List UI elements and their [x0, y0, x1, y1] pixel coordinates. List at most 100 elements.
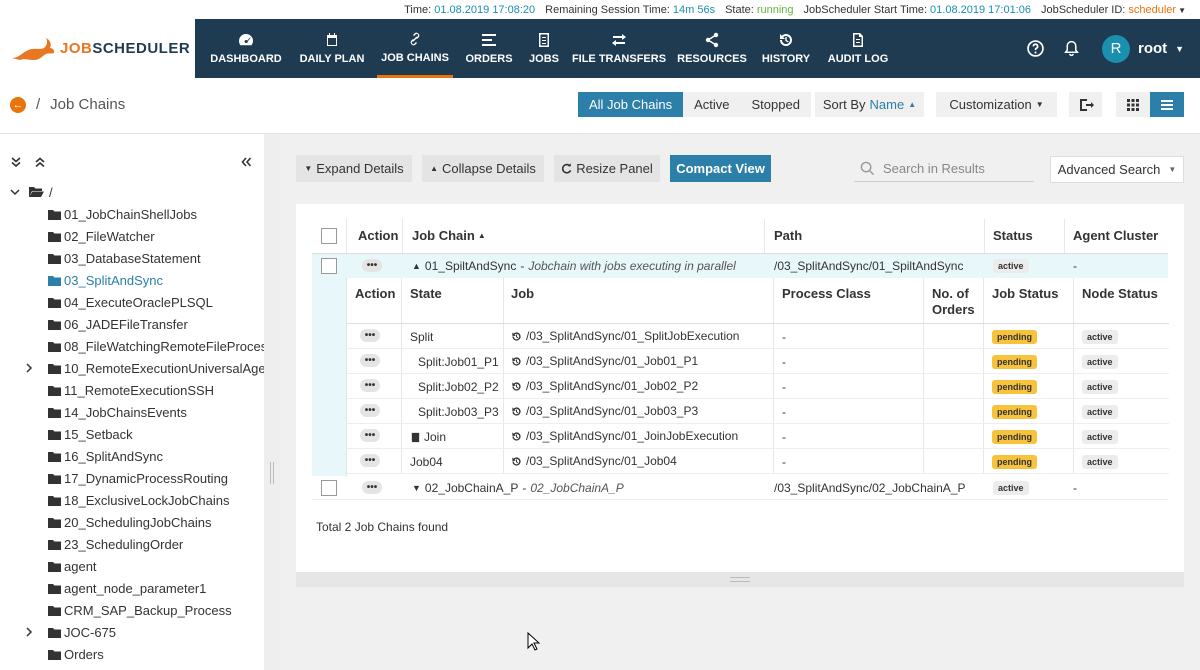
- node-row[interactable]: ••• Split/03_SplitAndSync/01_SplitJobExec…: [347, 324, 1169, 349]
- tree-folder[interactable]: 10_RemoteExecutionUniversalAgen: [24, 357, 264, 379]
- tree-folder[interactable]: 15_Setback: [24, 423, 133, 445]
- tree-folder[interactable]: 08_FileWatchingRemoteFileProcessi: [24, 335, 264, 357]
- notifications-button[interactable]: [1063, 19, 1080, 78]
- document-icon: [539, 33, 549, 47]
- tree-folder[interactable]: 20_SchedulingJobChains: [24, 511, 211, 533]
- node-row[interactable]: ••• Split:Job01_P1/03_SplitAndSync/01_Job…: [347, 349, 1169, 374]
- node-action-button[interactable]: •••: [360, 429, 380, 442]
- nav-orders[interactable]: ORDERS: [463, 19, 515, 78]
- node-row[interactable]: ••• Split:Job02_P2/03_SplitAndSync/01_Job…: [347, 374, 1169, 399]
- node-action-button[interactable]: •••: [360, 454, 380, 467]
- tree-folder[interactable]: 16_SplitAndSync: [24, 445, 163, 467]
- export-button[interactable]: [1069, 92, 1102, 117]
- tree-folder[interactable]: 14_JobChainsEvents: [24, 401, 187, 423]
- tree-folder[interactable]: JOC-675: [24, 621, 116, 643]
- node-job[interactable]: /03_SplitAndSync/01_SplitJobExecution: [511, 329, 739, 343]
- back-arrow-icon[interactable]: ←: [10, 96, 26, 113]
- row-action-button[interactable]: •••: [362, 259, 382, 272]
- question-circle-icon: [1027, 40, 1044, 57]
- jobscheduler-logo[interactable]: JOBSCHEDULER: [0, 19, 195, 78]
- tree-folder[interactable]: 11_RemoteExecutionSSH: [24, 379, 214, 401]
- node-action-button[interactable]: •••: [360, 404, 380, 417]
- filter-stopped-button[interactable]: Stopped: [740, 92, 811, 117]
- row-checkbox[interactable]: [321, 480, 337, 496]
- list-view-button[interactable]: [1150, 92, 1184, 117]
- grid-view-button[interactable]: [1116, 92, 1150, 117]
- search-icon: [860, 161, 875, 175]
- advanced-search-button[interactable]: Advanced Search ▼: [1050, 156, 1184, 183]
- tree-folder[interactable]: CRM_SAP_Backup_Process: [24, 599, 232, 621]
- chevron-right-icon[interactable]: [24, 627, 34, 637]
- select-all-checkbox[interactable]: [321, 228, 337, 244]
- tree-folder[interactable]: 17_DynamicProcessRouting: [24, 467, 228, 489]
- node-job[interactable]: /03_SplitAndSync/01_JoinJobExecution: [511, 429, 738, 443]
- panel-splitter[interactable]: [264, 134, 280, 670]
- nav-file-transfers[interactable]: FILE TRANSFERS: [572, 19, 666, 78]
- tree-folder-label: 17_DynamicProcessRouting: [64, 470, 229, 486]
- node-row[interactable]: ••• Join/03_SplitAndSync/01_JoinJobExecut…: [347, 424, 1169, 449]
- node-job[interactable]: /03_SplitAndSync/01_Job04: [511, 454, 677, 468]
- node-job[interactable]: /03_SplitAndSync/01_Job01_P1: [511, 354, 698, 368]
- chevron-right-icon[interactable]: [24, 363, 34, 373]
- search-input[interactable]: Search in Results: [854, 155, 1034, 182]
- nav-job-chains[interactable]: JOB CHAINS: [377, 19, 453, 78]
- nested-indent: [312, 278, 346, 476]
- scheduler-id-label: JobScheduler ID:: [1040, 3, 1126, 16]
- nav-dashboard[interactable]: DASHBOARD: [205, 19, 287, 78]
- panel-resize-handle[interactable]: [296, 572, 1184, 587]
- filter-active-button[interactable]: Active: [683, 92, 741, 117]
- tree-folder[interactable]: agent_node_parameter1: [24, 577, 206, 599]
- user-menu[interactable]: R root ▼: [1102, 19, 1184, 78]
- node-job[interactable]: /03_SplitAndSync/01_Job03_P3: [511, 404, 698, 418]
- tree-folder[interactable]: 06_JADEFileTransfer: [24, 313, 188, 335]
- scheduler-id-select[interactable]: scheduler ▼: [1128, 4, 1186, 16]
- collapse-details-button[interactable]: ▲ Collapse Details: [422, 155, 544, 182]
- header-job-chain[interactable]: Job Chain ▲: [412, 228, 486, 243]
- table-row[interactable]: ••• ▲ 01_SpiltAndSync - Jobchain with jo…: [312, 254, 1168, 278]
- table-row[interactable]: ••• ▼ 02_JobChainA_P - 02_JobChainA_P /0…: [312, 476, 1168, 500]
- tree-folder[interactable]: 02_FileWatcher: [24, 225, 155, 247]
- expand-all-button[interactable]: [10, 154, 22, 170]
- job-chain-name[interactable]: 01_SpiltAndSync: [425, 259, 516, 273]
- sort-by-button[interactable]: Sort By Name ▲: [815, 92, 924, 117]
- node-row[interactable]: ••• Split:Job03_P3/03_SplitAndSync/01_Job…: [347, 399, 1169, 424]
- node-job[interactable]: /03_SplitAndSync/01_Job02_P2: [511, 379, 698, 393]
- nav-daily-plan[interactable]: DAILY PLAN: [297, 19, 367, 78]
- job-chain-name[interactable]: 02_JobChainA_P: [425, 481, 518, 495]
- folder-icon: [48, 627, 61, 638]
- hide-panel-button[interactable]: [240, 154, 252, 170]
- nav-history[interactable]: HISTORY: [759, 19, 813, 78]
- node-state: Split:Job01_P1: [418, 355, 499, 369]
- collapse-all-button[interactable]: [34, 154, 46, 170]
- nav-audit-log[interactable]: AUDIT LOG: [823, 19, 893, 78]
- tree-folder[interactable]: 03_SplitAndSync: [24, 269, 163, 291]
- node-row[interactable]: ••• Job04/03_SplitAndSync/01_Job04 - pendin…: [347, 449, 1169, 474]
- tree-folder[interactable]: 04_ExecuteOraclePLSQL: [24, 291, 213, 313]
- expand-caret-icon[interactable]: ▼: [412, 483, 421, 493]
- node-action-button[interactable]: •••: [360, 379, 380, 392]
- tree-folder-label: 03_SplitAndSync: [64, 272, 164, 288]
- node-action-button[interactable]: •••: [360, 354, 380, 367]
- tree-folder[interactable]: Orders: [24, 643, 104, 665]
- tree-folder[interactable]: 23_SchedulingOrder: [24, 533, 183, 555]
- link-icon: [410, 32, 420, 45]
- row-checkbox[interactable]: [321, 258, 337, 274]
- help-button[interactable]: [1027, 19, 1044, 78]
- tree-folder[interactable]: 03_DatabaseStatement: [24, 247, 201, 269]
- nav-resources[interactable]: RESOURCES: [675, 19, 749, 78]
- tree-folder[interactable]: 18_ExclusiveLockJobChains: [24, 489, 229, 511]
- filter-all-button[interactable]: All Job Chains: [578, 92, 684, 117]
- node-action-button[interactable]: •••: [360, 329, 380, 342]
- tree-folder[interactable]: 01_JobChainShellJobs: [24, 203, 197, 225]
- nav-jobs[interactable]: JOBS: [525, 19, 563, 78]
- tree-folder[interactable]: agent: [24, 555, 97, 577]
- compact-view-button[interactable]: Compact View: [670, 155, 771, 182]
- resize-panel-button[interactable]: Resize Panel: [554, 155, 660, 182]
- tree-root[interactable]: /: [10, 181, 53, 203]
- history-icon: [512, 356, 521, 366]
- collapse-caret-icon[interactable]: ▲: [412, 261, 421, 271]
- row-action-button[interactable]: •••: [362, 481, 382, 494]
- header-agent-cluster: Agent Cluster: [1073, 228, 1159, 243]
- expand-details-button[interactable]: ▼ Expand Details: [296, 155, 412, 182]
- customization-button[interactable]: Customization ▼: [936, 92, 1057, 117]
